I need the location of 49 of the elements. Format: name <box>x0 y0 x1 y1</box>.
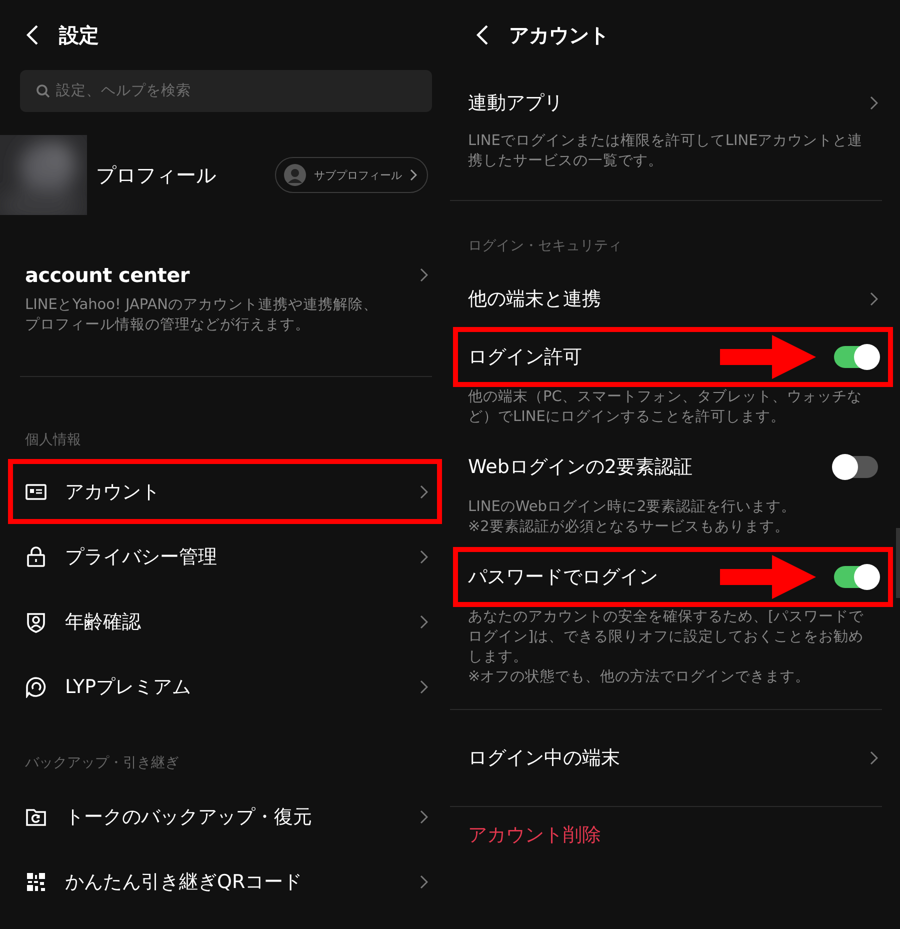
avatar-icon <box>284 164 306 186</box>
item-description: LINEのWebログイン時に2要素認証を行います。 ※2要素認証が必須となるサービスもあります。 <box>468 498 798 537</box>
settings-item[interactable]: 他の端末と連携 <box>468 286 601 312</box>
settings-item[interactable]: トークのバックアップ・復元 <box>0 784 450 849</box>
screen-title: アカウント <box>509 22 609 48</box>
toggle-switch[interactable] <box>834 566 878 588</box>
item-description: LINEでログインまたは権限を許可してLINEアカウントと連携したサービスの一覧です。 <box>468 132 864 171</box>
settings-item[interactable]: かんたん引き継ぎQRコード <box>0 849 450 914</box>
section-title: ログイン・セキュリティ <box>468 237 622 255</box>
settings-item[interactable]: プライバシー管理 <box>0 524 450 589</box>
chevron-icon <box>420 874 428 888</box>
section-title: バックアップ・引き継ぎ <box>25 754 179 772</box>
setting-label: Webログインの2要素認証 <box>468 455 693 480</box>
chevron-icon <box>420 614 428 628</box>
chevron-icon <box>420 484 428 498</box>
section-title: 個人情報 <box>25 431 81 449</box>
item-icon <box>25 676 47 698</box>
settings-item[interactable]: 年齢確認 <box>0 589 450 654</box>
profile-name[interactable]: プロフィール <box>96 162 275 188</box>
search-icon <box>36 84 50 98</box>
setting-label: ログイン許可 <box>468 345 582 370</box>
setting-label: パスワードでログイン <box>468 565 658 590</box>
settings-item[interactable]: アカウント <box>0 459 450 524</box>
back-icon[interactable] <box>25 24 39 46</box>
item-description: 他の端末（PC、スマートフォン、タブレット、ウォッチなど）でLINEにログインすることを許可します。 <box>468 388 863 427</box>
settings-item[interactable]: LYPプレミアム <box>0 654 450 719</box>
chevron-icon <box>870 96 878 110</box>
item-icon <box>25 546 47 568</box>
back-icon[interactable] <box>475 24 489 46</box>
chevron-icon <box>870 751 878 765</box>
toggle-switch[interactable] <box>834 456 878 478</box>
delete-account-link[interactable]: アカウント削除 <box>468 822 601 848</box>
sub-profile-button[interactable]: サブプロフィール <box>275 157 428 193</box>
toggle-switch[interactable] <box>834 346 878 368</box>
item-description: あなたのアカウントの安全を確保するため、[パスワードでログイン]は、できる限りオフに設定しておくことをお勧めします。 ※オフの状態でも、他の方法でログインできます。 <box>468 608 865 687</box>
chevron-icon <box>420 810 428 824</box>
item-icon <box>25 610 47 632</box>
chevron-icon <box>870 292 878 306</box>
chevron-icon <box>420 550 428 564</box>
chevron-icon <box>420 680 428 694</box>
screen-title: 設定 <box>59 22 99 48</box>
chevron-icon <box>420 268 428 282</box>
search-field[interactable]: 設定、ヘルプを検索 <box>20 70 432 112</box>
settings-item[interactable]: ログイン中の端末 <box>468 745 620 771</box>
account-center-description: LINEとYahoo! JAPANのアカウント連携や連携解除、プロフィール情報の管理などが行えます。 <box>25 296 379 335</box>
settings-item[interactable]: 連動アプリ <box>468 90 563 116</box>
account-center-title[interactable]: account center <box>25 263 190 287</box>
item-icon <box>25 870 47 892</box>
chevron-icon <box>410 169 417 181</box>
